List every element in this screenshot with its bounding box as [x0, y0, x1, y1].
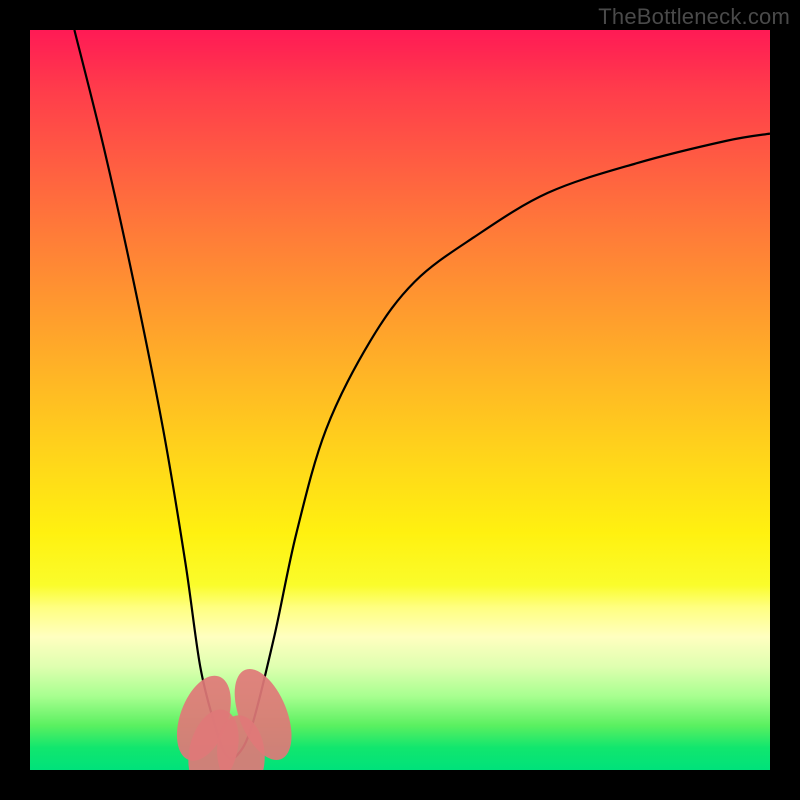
bottleneck-curve-svg	[30, 30, 770, 770]
curve-marker-0	[166, 668, 241, 768]
plot-area	[30, 30, 770, 770]
chart-frame: TheBottleneck.com	[0, 0, 800, 800]
bottleneck-curve-line	[74, 30, 770, 759]
curve-marker-2	[214, 713, 268, 770]
curve-marker-3	[223, 661, 303, 768]
watermark-text: TheBottleneck.com	[598, 4, 790, 30]
curve-markers	[166, 661, 303, 770]
curve-marker-1	[180, 704, 247, 770]
